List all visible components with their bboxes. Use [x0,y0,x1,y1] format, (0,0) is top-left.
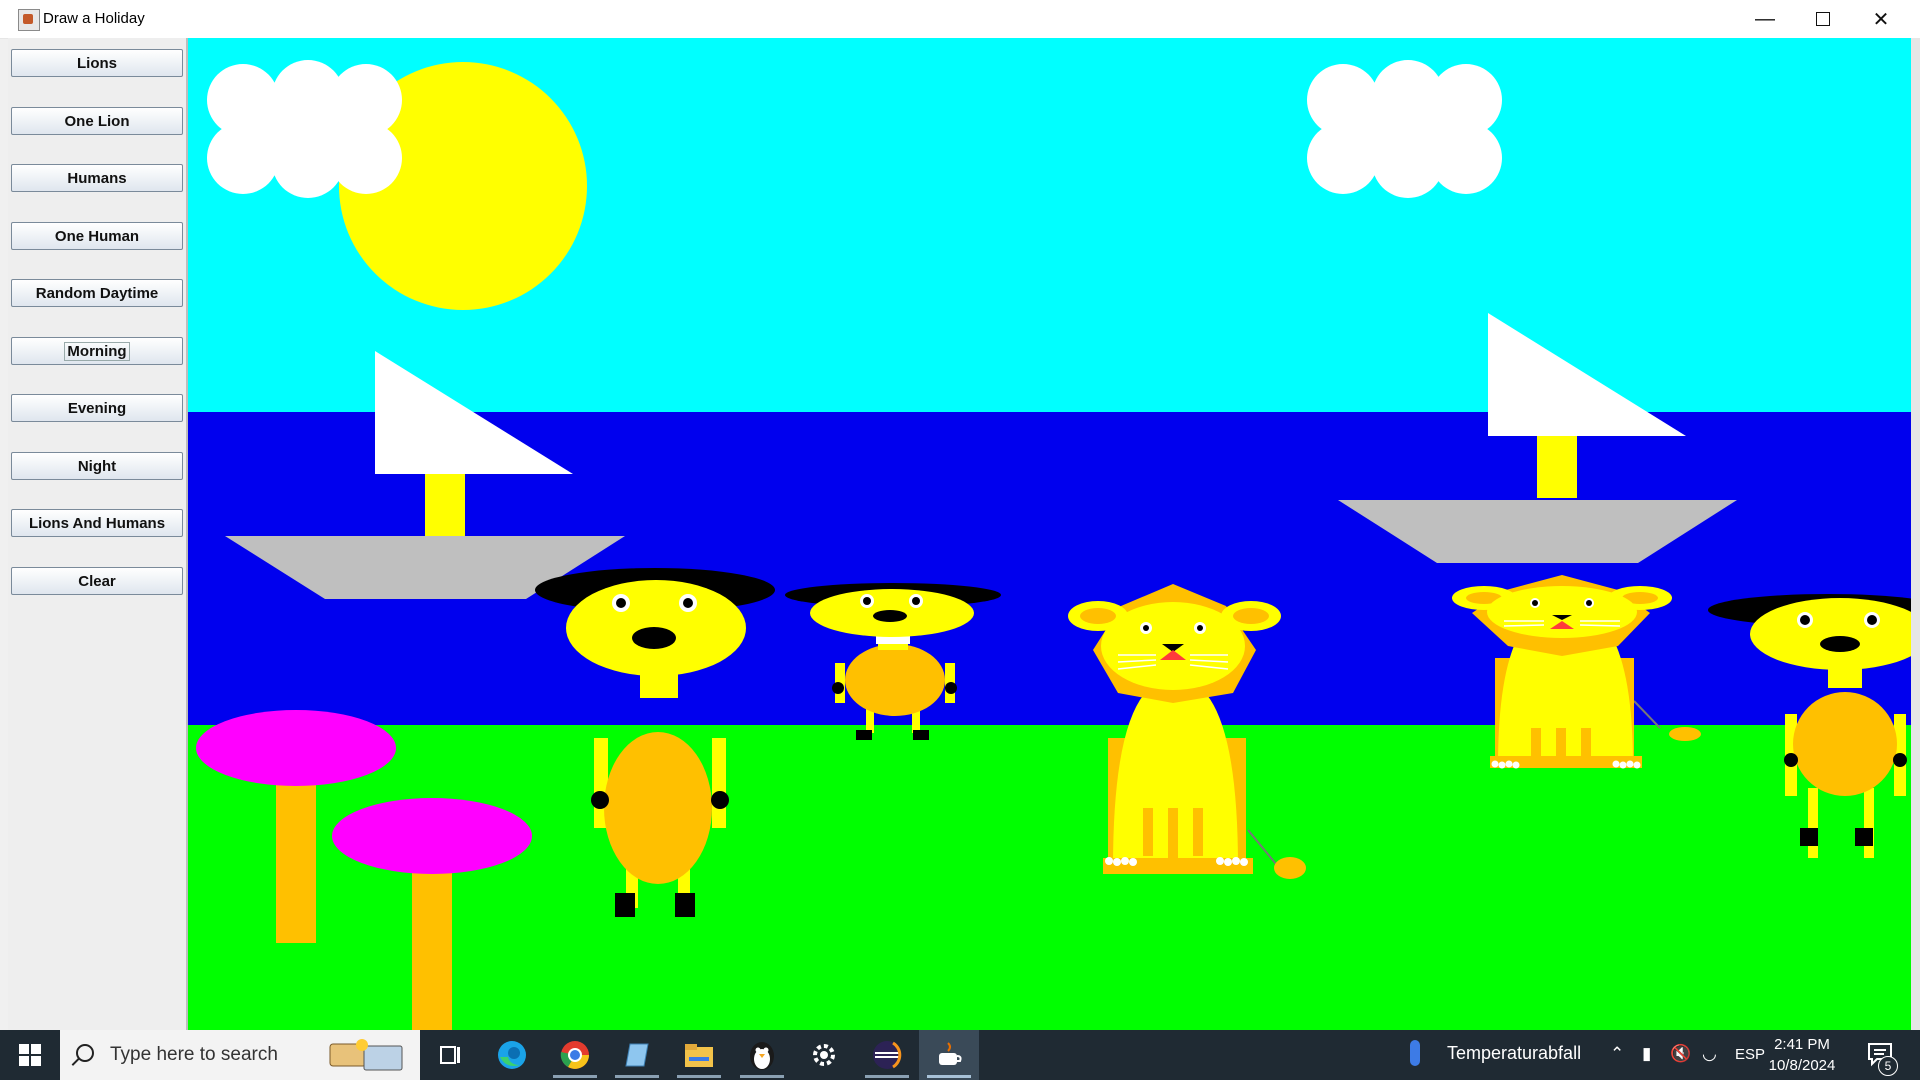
maximize-icon [1816,12,1830,26]
one-lion-button-label: One Lion [64,112,130,130]
lions-and-humans-button-label: Lions And Humans [28,514,166,532]
app-window: Draw a Holiday — ✕ Lions One Lion Humans… [0,0,1920,1030]
search-highlight-icon [329,1039,403,1071]
chevron-up-icon[interactable]: ⌃ [1610,1044,1624,1064]
penguin-app-icon[interactable] [732,1030,792,1080]
search-box[interactable]: Type here to search [60,1030,420,1080]
lions-button-label: Lions [77,54,117,72]
wifi-icon[interactable]: ◡ [1702,1044,1717,1064]
one-human-button[interactable]: One Human [11,222,183,250]
random-daytime-button[interactable]: Random Daytime [11,279,183,307]
notepad-icon[interactable] [607,1030,667,1080]
task-view-icon[interactable] [420,1030,480,1080]
notification-count-badge: 5 [1878,1056,1898,1076]
clock-date: 10/8/2024 [1768,1057,1836,1074]
random-daytime-button-label: Random Daytime [35,284,159,302]
settings-icon[interactable] [794,1030,854,1080]
drawing-canvas[interactable] [188,38,1911,1030]
lions-button[interactable]: Lions [11,49,183,77]
clear-button[interactable]: Clear [11,567,183,595]
window-edge [1911,38,1920,1030]
one-lion-button[interactable]: One Lion [11,107,183,135]
chrome-icon[interactable] [545,1030,605,1080]
window-title: Draw a Holiday [43,10,145,27]
clear-button-label: Clear [78,572,116,590]
close-button[interactable]: ✕ [1852,0,1910,38]
java-icon[interactable] [919,1030,979,1080]
start-button[interactable] [0,1030,60,1080]
taskbar: Type here to search Temperaturabfall ⌃ ▮… [0,1030,1920,1080]
search-icon [76,1044,94,1062]
evening-button-label: Evening [67,399,127,417]
system-clock[interactable]: 2:41 PM 10/8/2024 [1752,1034,1852,1076]
evening-button[interactable]: Evening [11,394,183,422]
cloud-left [207,60,402,198]
windows-icon [19,1044,41,1066]
java-app-icon [18,9,40,31]
control-panel: Lions One Lion Humans One Human Random D… [8,38,188,1030]
clock-time: 2:41 PM [1774,1036,1830,1053]
morning-button[interactable]: Morning [11,337,183,365]
humans-button-label: Humans [67,169,127,187]
edge-icon[interactable] [482,1030,542,1080]
maximize-button[interactable] [1794,0,1852,38]
night-button[interactable]: Night [11,452,183,480]
lions-and-humans-button[interactable]: Lions And Humans [11,509,183,537]
file-explorer-icon[interactable] [669,1030,729,1080]
battery-icon[interactable]: ▮ [1642,1044,1651,1064]
morning-button-label: Morning [64,341,130,361]
minimize-button[interactable]: — [1736,0,1794,38]
weather-thermometer-icon [1410,1040,1420,1066]
one-human-button-label: One Human [54,227,140,245]
volume-muted-icon[interactable]: 🔇 [1670,1044,1691,1064]
eclipse-icon[interactable] [857,1030,917,1080]
humans-button[interactable]: Humans [11,164,183,192]
title-bar[interactable]: Draw a Holiday — ✕ [0,0,1920,39]
weather-text[interactable]: Temperaturabfall [1447,1043,1581,1064]
search-placeholder: Type here to search [110,1044,278,1065]
night-button-label: Night [77,457,117,475]
cloud-right [1307,60,1502,198]
